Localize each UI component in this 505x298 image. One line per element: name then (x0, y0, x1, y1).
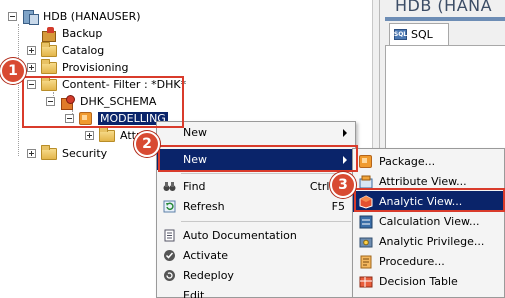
expand-icon[interactable] (27, 63, 36, 72)
tree-node-backup[interactable]: Backup (41, 25, 102, 42)
menu-item-label: Edit (183, 289, 205, 298)
menu-item-label: Activate (183, 249, 229, 262)
menu-item-find[interactable]: Find Ctrl+F (157, 176, 355, 197)
tree-node-label: HDB (HANAUSER) (43, 10, 141, 23)
refresh-icon (163, 200, 176, 213)
menu-item-label: Decision Table (379, 275, 458, 288)
menu-item-label: Package... (379, 155, 436, 168)
annotation-box-analytic-view (354, 188, 505, 212)
attribute-view-icon (359, 175, 373, 188)
document-icon (164, 229, 175, 242)
submenu-item-calculation-view[interactable]: Calculation View... (353, 211, 504, 232)
menu-item-auto-documentation[interactable]: Auto Documentation (157, 225, 355, 246)
sql-icon: SQL (393, 29, 408, 40)
tree-node-security[interactable]: Security (27, 144, 108, 162)
menu-item-label: New (183, 126, 207, 139)
analytic-privilege-icon (359, 237, 373, 247)
redeploy-icon (164, 270, 175, 281)
tree-node-provisioning[interactable]: Provisioning (27, 58, 129, 76)
calculation-view-icon (359, 215, 373, 228)
menu-item-edit[interactable]: Edit (157, 285, 355, 298)
expand-icon[interactable] (27, 46, 36, 55)
menu-separator (181, 173, 351, 174)
submenu-arrow-icon (343, 128, 347, 137)
menu-item-label: Attribute View... (379, 175, 467, 188)
title-underline (385, 17, 505, 21)
step-badge-2: 2 (134, 131, 160, 157)
backup-icon (41, 26, 57, 42)
menu-item-label: Procedure... (379, 255, 445, 268)
tree-node-attr[interactable]: Attr (85, 126, 140, 144)
step-badge-3: 3 (330, 172, 356, 198)
tree-node-label: Backup (62, 27, 103, 40)
new-submenu: Package... Attribute View... Analytic Vi… (352, 148, 505, 298)
folder-icon (41, 144, 57, 160)
menu-item-label: Calculation View... (379, 215, 480, 228)
shortcut-text: F5 (331, 200, 345, 213)
tree-node-hdb[interactable]: HDB (HANAUSER) (8, 8, 141, 25)
submenu-item-package[interactable]: Package... (353, 151, 504, 172)
submenu-item-decision-table[interactable]: Decision Table (353, 271, 504, 292)
tree-node-label: Provisioning (62, 61, 129, 74)
step-badge-1: 1 (0, 58, 26, 84)
annotation-box-content-tree (22, 76, 184, 128)
menu-item-label: Redeploy (183, 269, 234, 282)
tree-node-catalog[interactable]: Catalog (27, 41, 105, 59)
menu-item-redeploy[interactable]: Redeploy (157, 265, 355, 286)
database-icon (22, 9, 39, 25)
folder-icon (41, 41, 57, 57)
submenu-item-analytic-privilege[interactable]: Analytic Privilege... (353, 231, 504, 252)
tree-guide-line (18, 24, 19, 156)
menu-item-refresh[interactable]: Refresh F5 (157, 196, 355, 217)
submenu-item-procedure[interactable]: Procedure... (353, 251, 504, 272)
menu-item-label: Auto Documentation (183, 229, 297, 242)
editor-title: HDB (HANA (395, 0, 493, 15)
tree-node-label: Catalog (62, 44, 105, 57)
folder-icon (99, 126, 115, 142)
menu-item-label: Analytic Privilege... (379, 235, 485, 248)
tab-label: SQL (411, 28, 433, 41)
package-icon (359, 154, 373, 169)
collapse-icon[interactable] (8, 12, 17, 21)
menu-item-label: Find (183, 180, 206, 193)
menu-separator (181, 221, 351, 222)
procedure-icon (360, 255, 372, 268)
annotation-box-new (158, 145, 358, 172)
expand-icon[interactable] (27, 149, 36, 158)
expand-icon[interactable] (85, 131, 94, 140)
menu-item-activate[interactable]: Activate (157, 245, 355, 266)
binoculars-icon (163, 182, 176, 191)
activate-icon (164, 250, 175, 261)
tree-node-label: Security (62, 147, 108, 160)
tab-sql[interactable]: SQL SQL (389, 23, 449, 45)
decision-table-icon (359, 276, 373, 287)
folder-icon (41, 58, 57, 74)
menu-item-label: Refresh (183, 200, 225, 213)
menu-item-new-1[interactable]: New (157, 122, 355, 143)
